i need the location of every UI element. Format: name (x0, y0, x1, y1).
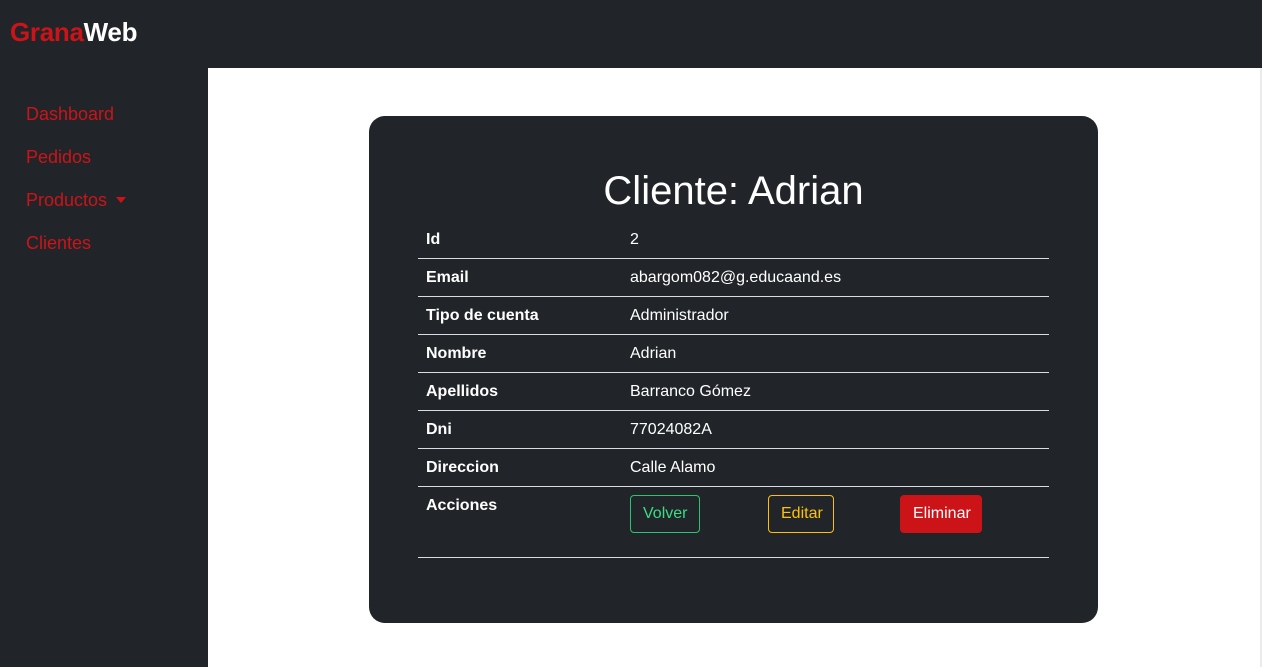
detail-key: Dni (426, 421, 452, 438)
client-detail-card: Cliente: Adrian Id 2 Email abargom082@g.… (369, 116, 1098, 623)
sidebar: Dashboard Pedidos Productos Clientes (0, 68, 208, 667)
brand-logo[interactable]: GranaWeb (10, 16, 137, 48)
detail-row-nombre: Nombre Adrian (418, 335, 1049, 373)
detail-row-acciones: Acciones Volver Editar Eliminar (418, 487, 1049, 558)
detail-key: Nombre (426, 345, 487, 362)
sidebar-item-label: Clientes (26, 233, 92, 253)
sidebar-item-dashboard[interactable]: Dashboard (26, 102, 114, 126)
sidebar-item-clientes[interactable]: Clientes (26, 231, 91, 255)
sidebar-item-label: Dashboard (26, 104, 115, 124)
detail-row-id: Id 2 (418, 221, 1049, 259)
caret-down-icon (116, 197, 127, 203)
detail-key: Tipo de cuenta (426, 307, 539, 324)
volver-button[interactable]: Volver (630, 495, 700, 533)
detail-value: Adrian (630, 345, 677, 362)
detail-key: Id (426, 231, 441, 248)
page-title: Cliente: Adrian (603, 169, 864, 213)
sidebar-item-pedidos[interactable]: Pedidos (26, 145, 91, 169)
detail-value: abargom082@g.educaand.es (630, 269, 842, 286)
top-navbar: GranaWeb (0, 0, 1262, 68)
brand-part-grana: Grana (10, 17, 84, 47)
detail-value: 2 (630, 231, 639, 248)
detail-row-apellidos: Apellidos Barranco Gómez (418, 373, 1049, 411)
brand-part-web: Web (83, 17, 138, 47)
detail-row-tipo-cuenta: Tipo de cuenta Administrador (418, 297, 1049, 335)
detail-value: Calle Alamo (630, 459, 716, 476)
editar-button[interactable]: Editar (768, 495, 834, 533)
detail-key: Apellidos (426, 383, 499, 400)
eliminar-button[interactable]: Eliminar (900, 495, 982, 533)
detail-key: Email (426, 269, 469, 286)
detail-row-direccion: Direccion Calle Alamo (418, 449, 1049, 487)
sidebar-item-productos[interactable]: Productos (26, 188, 127, 212)
detail-value: 77024082A (630, 421, 712, 438)
sidebar-item-label: Productos (26, 190, 108, 210)
detail-key: Direccion (426, 459, 499, 476)
sidebar-item-label: Pedidos (26, 147, 92, 167)
detail-value: Administrador (630, 307, 729, 324)
detail-row-email: Email abargom082@g.educaand.es (418, 259, 1049, 297)
detail-value: Barranco Gómez (630, 383, 751, 400)
detail-key: Acciones (426, 497, 498, 514)
detail-row-dni: Dni 77024082A (418, 411, 1049, 449)
